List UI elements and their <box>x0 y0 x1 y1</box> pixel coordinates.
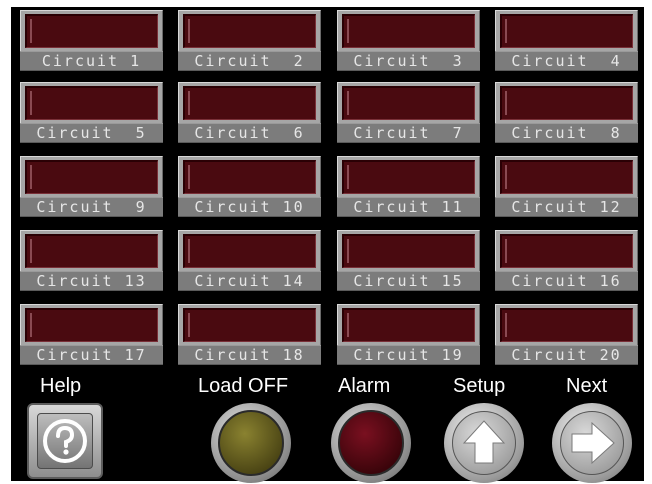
next-label: Next <box>566 375 608 397</box>
circuit-frame <box>337 82 480 124</box>
circuit-display <box>25 234 158 268</box>
circuit-9[interactable]: Circuit 9 <box>20 156 163 218</box>
circuit-label: Circuit 15 <box>337 271 480 291</box>
circuit-label: Circuit 12 <box>495 197 638 217</box>
circuit-label: Circuit 18 <box>178 345 321 365</box>
circuit-frame <box>337 304 480 346</box>
circuit-label: Circuit 10 <box>178 197 321 217</box>
circuit-14[interactable]: Circuit 14 <box>178 230 321 292</box>
circuit-display <box>25 14 158 48</box>
circuit-20[interactable]: Circuit 20 <box>495 304 638 366</box>
alarm-indicator <box>331 403 411 483</box>
circuit-4[interactable]: Circuit 4 <box>495 10 638 72</box>
setup-button[interactable] <box>444 403 524 483</box>
circuit-12[interactable]: Circuit 12 <box>495 156 638 218</box>
circuit-label: Circuit 1 <box>20 51 163 71</box>
circuit-frame <box>20 82 163 124</box>
next-button-face <box>560 411 624 475</box>
circuit-15[interactable]: Circuit 15 <box>337 230 480 292</box>
circuit-13[interactable]: Circuit 13 <box>20 230 163 292</box>
circuit-frame <box>178 82 321 124</box>
circuit-label: Circuit 13 <box>20 271 163 291</box>
circuit-display <box>25 160 158 194</box>
circuit-label: Circuit 17 <box>20 345 163 365</box>
circuit-label: Circuit 9 <box>20 197 163 217</box>
circuit-frame <box>495 230 638 272</box>
circuit-frame <box>20 10 163 52</box>
circuit-frame <box>495 10 638 52</box>
circuit-display <box>183 86 316 120</box>
circuit-display <box>500 14 633 48</box>
load-off-label: Load OFF <box>198 375 289 397</box>
circuit-frame <box>178 10 321 52</box>
question-mark-icon <box>43 419 87 463</box>
circuit-frame <box>20 230 163 272</box>
circuit-19[interactable]: Circuit 19 <box>337 304 480 366</box>
circuit-display <box>183 308 316 342</box>
circuit-display <box>25 308 158 342</box>
next-button[interactable] <box>552 403 632 483</box>
circuit-display <box>183 234 316 268</box>
circuit-frame <box>20 304 163 346</box>
circuit-frame <box>178 230 321 272</box>
circuit-display <box>342 308 475 342</box>
circuit-display <box>500 308 633 342</box>
circuit-display <box>342 14 475 48</box>
arrow-right-icon <box>571 421 615 465</box>
circuit-display <box>183 14 316 48</box>
circuit-18[interactable]: Circuit 18 <box>178 304 321 366</box>
circuit-3[interactable]: Circuit 3 <box>337 10 480 72</box>
circuit-frame <box>337 230 480 272</box>
arrow-up-icon <box>462 420 506 464</box>
circuit-display <box>500 86 633 120</box>
circuit-frame <box>495 156 638 198</box>
circuit-7[interactable]: Circuit 7 <box>337 82 480 144</box>
circuit-6[interactable]: Circuit 6 <box>178 82 321 144</box>
circuit-frame <box>495 304 638 346</box>
circuit-display <box>25 86 158 120</box>
circuit-display <box>500 160 633 194</box>
hmi-screen: Circuit 1 Circuit 2 Circuit 3 Circuit 4 … <box>11 7 644 483</box>
setup-label: Setup <box>453 375 506 397</box>
circuit-label: Circuit 8 <box>495 123 638 143</box>
circuit-5[interactable]: Circuit 5 <box>20 82 163 144</box>
circuit-17[interactable]: Circuit 17 <box>20 304 163 366</box>
circuit-frame <box>337 10 480 52</box>
circuit-frame <box>20 156 163 198</box>
circuit-display <box>183 160 316 194</box>
alarm-label: Alarm <box>338 375 391 397</box>
circuit-label: Circuit 7 <box>337 123 480 143</box>
circuit-frame <box>178 156 321 198</box>
help-button-face <box>37 413 93 469</box>
help-button[interactable] <box>27 403 103 479</box>
circuit-label: Circuit 20 <box>495 345 638 365</box>
circuit-label: Circuit 19 <box>337 345 480 365</box>
circuit-display <box>342 160 475 194</box>
circuit-label: Circuit 3 <box>337 51 480 71</box>
circuit-label: Circuit 4 <box>495 51 638 71</box>
circuit-frame <box>178 304 321 346</box>
circuit-label: Circuit 5 <box>20 123 163 143</box>
circuit-frame <box>337 156 480 198</box>
circuit-16[interactable]: Circuit 16 <box>495 230 638 292</box>
circuit-label: Circuit 14 <box>178 271 321 291</box>
circuit-label: Circuit 2 <box>178 51 321 71</box>
help-label: Help <box>40 375 82 397</box>
load-off-lamp-lens <box>218 410 284 476</box>
circuit-8[interactable]: Circuit 8 <box>495 82 638 144</box>
load-off-indicator <box>211 403 291 483</box>
circuit-label: Circuit 6 <box>178 123 321 143</box>
circuit-1[interactable]: Circuit 1 <box>20 10 163 72</box>
circuit-10[interactable]: Circuit 10 <box>178 156 321 218</box>
circuit-frame <box>495 82 638 124</box>
circuit-label: Circuit 16 <box>495 271 638 291</box>
circuit-display <box>342 234 475 268</box>
circuit-display <box>342 86 475 120</box>
circuit-display <box>500 234 633 268</box>
circuit-2[interactable]: Circuit 2 <box>178 10 321 72</box>
alarm-lamp-lens <box>338 410 404 476</box>
setup-button-face <box>452 411 516 475</box>
circuit-11[interactable]: Circuit 11 <box>337 156 480 218</box>
circuit-label: Circuit 11 <box>337 197 480 217</box>
